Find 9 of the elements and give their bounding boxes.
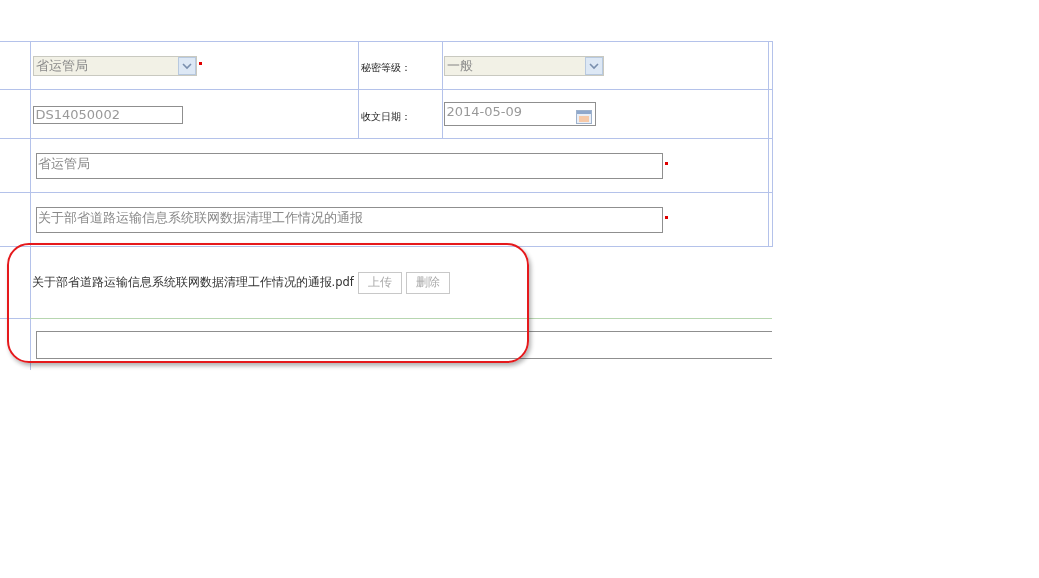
issuing-unit-field[interactable]: 省运管局: [35, 152, 663, 179]
calendar-icon: [575, 110, 592, 124]
document-title-field[interactable]: 关于部省道路运输信息系统联网数据清理工作情况的通报: [35, 206, 663, 233]
field-label: 秘密等级：: [359, 62, 411, 73]
remark-field[interactable]: [35, 330, 772, 359]
attachment-filename: 关于部省道路运输信息系统联网数据清理工作情况的通报.pdf: [31, 275, 354, 290]
date-field[interactable]: 2014-05-09: [443, 102, 596, 126]
document-number-field[interactable]: DS14050002: [32, 105, 183, 124]
field-label: 收文日期：: [359, 110, 411, 122]
